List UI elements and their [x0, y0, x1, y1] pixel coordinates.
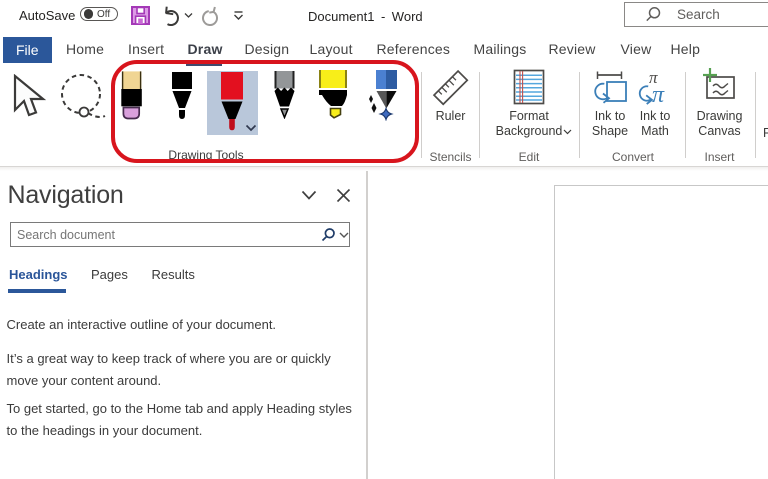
svg-text:π: π	[652, 82, 665, 105]
